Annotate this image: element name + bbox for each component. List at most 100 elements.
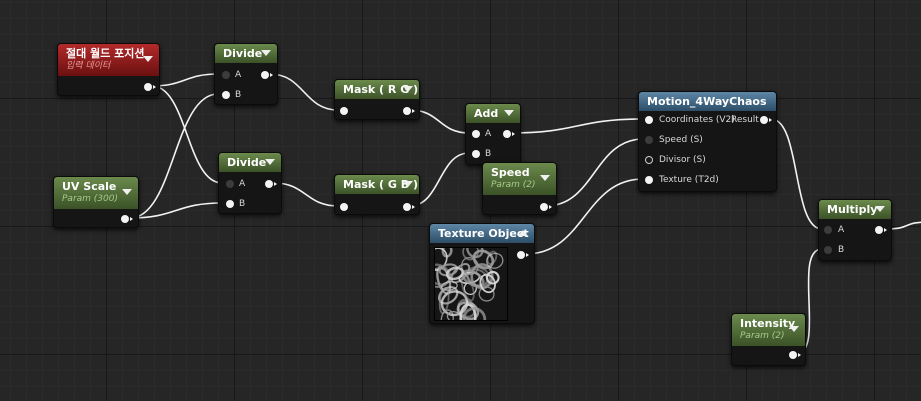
output-pin[interactable] [789,351,801,359]
pin-label-a: A [239,179,246,189]
wire-0[interactable] [151,73,219,87]
dropdown-arrow-icon[interactable] [403,181,413,187]
node-multiply[interactable]: Multiply A B [818,199,892,261]
node-intensity[interactable]: Intensity Param (2) [731,313,806,366]
input-pin-b[interactable] [222,91,230,99]
pin-label-a: A [485,129,492,139]
input-pin-b[interactable] [824,246,832,254]
node-title: UV Scale [62,180,117,193]
node-divide-1[interactable]: Divide A B [214,43,278,105]
node-header[interactable]: Divide [215,44,277,63]
input-pin-b[interactable] [472,150,480,158]
wire-8[interactable] [510,118,644,134]
output-pin-result[interactable] [760,116,772,124]
wire-4[interactable] [269,73,339,111]
output-pin[interactable] [403,203,415,211]
node-subtitle: Param (2) [491,180,536,190]
wire-11[interactable] [770,118,823,230]
node-header[interactable]: UV Scale Param (300) [54,177,138,209]
node-title: Divide [227,156,267,169]
wire-9[interactable] [545,138,644,207]
node-speed[interactable]: Speed Param (2) [482,162,557,215]
pin-label-coordinates: Coordinates (V2) [659,115,735,125]
output-pin[interactable] [540,203,552,211]
node-title: Motion_4WayChaos [647,95,767,108]
wire-2[interactable] [129,93,219,219]
output-pin[interactable] [144,83,156,91]
dropdown-arrow-icon[interactable] [403,86,413,92]
node-add[interactable]: Add A B [465,103,521,165]
wire-1[interactable] [151,85,223,184]
node-header[interactable]: Mask ( R G ) [335,80,419,99]
output-pin[interactable] [403,107,415,115]
node-subtitle: Param (2) [740,331,785,341]
input-pin[interactable] [340,203,348,211]
input-pin-a[interactable] [222,71,230,79]
dropdown-arrow-icon[interactable] [540,175,550,181]
node-mask-gb[interactable]: Mask ( G B ) [334,174,420,215]
input-pin-divisor[interactable] [645,156,653,164]
node-uv-scale[interactable]: UV Scale Param (300) [53,176,139,228]
dropdown-arrow-icon[interactable] [265,159,275,165]
output-pin[interactable] [265,180,277,188]
node-subtitle: 입력 데이터 [66,61,111,71]
node-header[interactable]: Texture Object [430,224,534,243]
pin-label-b: B [235,90,242,100]
node-title: Mask ( G B ) [343,178,419,191]
node-header[interactable]: Intensity Param (2) [732,314,805,346]
node-header[interactable]: 절대 월드 포지션 입력 데이터 [58,44,159,76]
wire-5[interactable] [273,182,339,207]
node-mask-rg[interactable]: Mask ( R G ) [334,79,420,120]
collapse-arrow-icon[interactable] [518,230,528,236]
node-motion-4waychaos[interactable]: Motion_4WayChaos Coordinates (V2) Result… [638,91,777,192]
node-header[interactable]: Mask ( G B ) [335,175,419,194]
wire-3[interactable] [129,202,223,219]
texture-preview-thumbnail [434,247,508,321]
node-absolute-world-position[interactable]: 절대 월드 포지션 입력 데이터 [57,43,160,96]
pin-label-b: B [239,199,246,209]
dropdown-arrow-icon[interactable] [789,326,799,332]
input-pin-a[interactable] [472,130,480,138]
node-header[interactable]: Multiply [819,200,891,219]
node-subtitle: Param (300) [62,194,118,204]
pin-label-divisor: Divisor (S) [659,155,706,165]
output-pin[interactable] [875,226,887,234]
output-pin[interactable] [121,215,133,223]
pin-label-a: A [235,70,242,80]
output-pin[interactable] [503,130,515,138]
node-title: Texture Object [438,227,529,240]
node-title: Speed [491,166,530,179]
input-pin-texture[interactable] [645,176,653,184]
input-pin-speed[interactable] [645,136,653,144]
input-pin[interactable] [340,107,348,115]
node-header[interactable]: Speed Param (2) [483,163,556,195]
node-title: Add [474,107,499,120]
pin-label-a: A [838,225,845,235]
node-header[interactable]: Add [466,104,520,123]
dropdown-arrow-icon[interactable] [875,206,885,212]
node-title: Multiply [827,203,878,216]
node-header[interactable]: Motion_4WayChaos [639,92,776,111]
graph-canvas[interactable]: 절대 월드 포지션 입력 데이터 UV Scale Param (300) Di… [0,0,921,401]
node-texture-object[interactable]: Texture Object [429,223,535,324]
dropdown-arrow-icon[interactable] [122,189,132,195]
node-title: Divide [223,47,263,60]
output-pin[interactable] [517,251,529,259]
node-title: Intensity [740,317,796,330]
node-header[interactable]: Divide [219,153,281,172]
input-pin-a[interactable] [226,180,234,188]
input-pin-coordinates[interactable] [645,116,653,124]
output-pin[interactable] [261,71,273,79]
node-title: 절대 월드 포지션 [66,47,145,60]
pin-label-b: B [838,245,845,255]
pin-label-result: Result [731,115,759,125]
dropdown-arrow-icon[interactable] [261,50,271,56]
node-divide-2[interactable]: Divide A B [218,152,282,214]
input-pin-a[interactable] [824,226,832,234]
pin-label-speed: Speed (S) [659,135,703,145]
input-pin-b[interactable] [226,200,234,208]
dropdown-arrow-icon[interactable] [504,110,514,116]
dropdown-arrow-icon[interactable] [143,56,153,62]
pin-label-b: B [485,149,492,159]
pin-label-texture: Texture (T2d) [659,175,719,185]
